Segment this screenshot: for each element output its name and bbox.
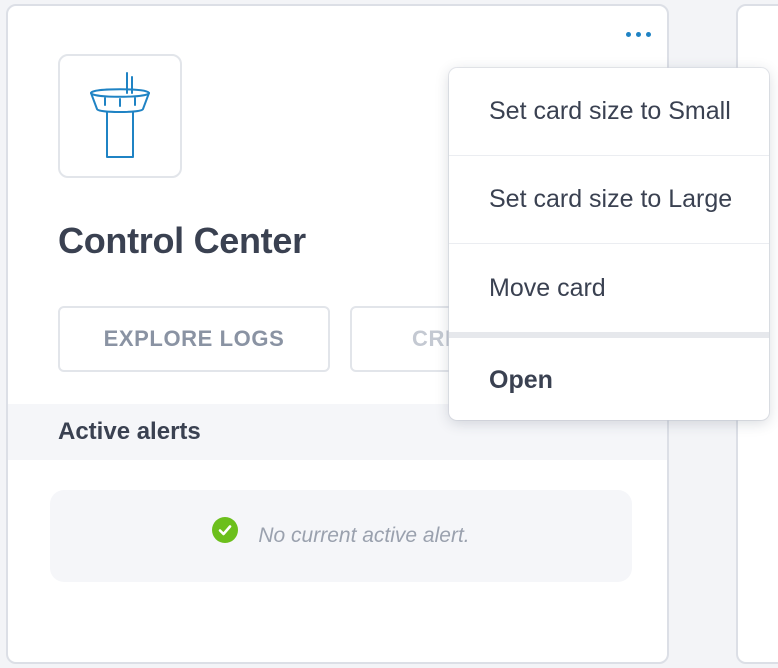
menu-item-set-size-small[interactable]: Set card size to Small [449,68,769,156]
more-icon-dot [635,31,641,37]
more-icon-dot [645,31,651,37]
empty-alert-message: No current active alert. [258,524,470,547]
control-tower-icon [90,72,150,158]
explore-logs-button[interactable]: EXPLORE LOGS [58,306,330,372]
app-icon-tile [58,54,182,178]
menu-item-open[interactable]: Open [449,338,769,420]
check-circle-icon [212,517,239,543]
more-icon [625,31,631,37]
alerts-empty-state: No current active alert. [50,490,632,582]
card-title: Control Center [58,220,306,261]
card-options-menu: Set card size to Small Set card size to … [449,68,769,420]
more-options-button[interactable] [618,22,658,46]
menu-item-set-size-large[interactable]: Set card size to Large [449,156,769,244]
menu-item-move-card[interactable]: Move card [449,244,769,332]
